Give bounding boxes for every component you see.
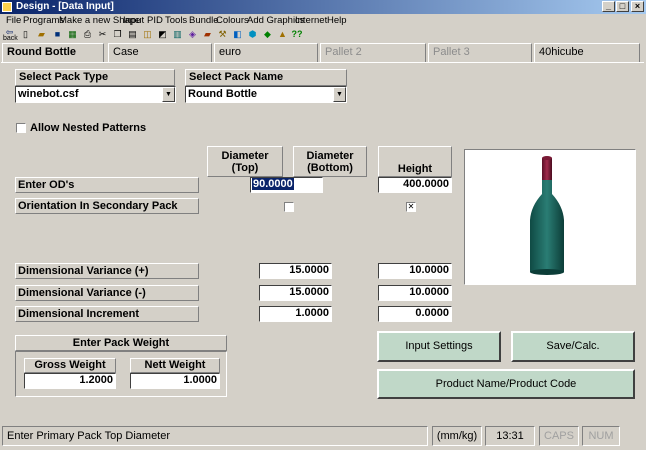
pack-type-label: Select Pack Type bbox=[15, 69, 175, 86]
close-button[interactable]: × bbox=[631, 1, 644, 12]
input-settings-button[interactable]: Input Settings bbox=[377, 331, 501, 362]
shape-icon[interactable]: ◈ bbox=[187, 29, 198, 40]
bottle-icon[interactable]: ▰ bbox=[202, 29, 213, 40]
bottle-graphic bbox=[530, 156, 564, 275]
orientation-top-checkbox[interactable] bbox=[284, 202, 294, 212]
od-top-input[interactable]: 90.0000 bbox=[250, 177, 323, 193]
help-icon[interactable]: ?? bbox=[290, 29, 304, 40]
col-height: Height bbox=[378, 146, 452, 177]
cube-icon[interactable]: ⬢ bbox=[247, 29, 258, 40]
bottle-capsule bbox=[542, 158, 552, 180]
print-icon[interactable]: ⎙ bbox=[82, 29, 93, 40]
tab-40hicube[interactable]: 40hicube bbox=[534, 43, 640, 63]
new-file-icon[interactable]: ▯ bbox=[20, 29, 31, 40]
pack-weight-title: Enter Pack Weight bbox=[15, 335, 227, 351]
bottle-preview bbox=[464, 149, 636, 285]
variance-minus-top-input[interactable]: 15.0000 bbox=[259, 285, 332, 301]
save-icon[interactable]: ■ bbox=[52, 29, 63, 40]
nested-patterns-checkbox[interactable] bbox=[16, 123, 26, 133]
menu-input[interactable]: Input bbox=[123, 15, 144, 26]
calculator-icon[interactable]: ▦ bbox=[67, 29, 78, 40]
od-top-value: 90.0000 bbox=[252, 178, 294, 190]
col-diameter-top: Diameter (Top) bbox=[207, 146, 283, 177]
status-num: NUM bbox=[582, 426, 620, 446]
product-name-button[interactable]: Product Name/Product Code bbox=[377, 369, 635, 399]
nett-weight-label: Nett Weight bbox=[130, 358, 220, 373]
status-caps: CAPS bbox=[539, 426, 579, 446]
menu-internet[interactable]: Internet bbox=[295, 15, 327, 26]
cut-icon[interactable]: ✂ bbox=[97, 29, 108, 40]
status-time: 13:31 bbox=[485, 426, 535, 446]
tab-pallet-3[interactable]: Pallet 3 bbox=[428, 43, 532, 63]
variance-plus-height-input[interactable]: 10.0000 bbox=[378, 263, 452, 279]
orientation-label: Orientation In Secondary Pack bbox=[15, 198, 199, 214]
menu-programs[interactable]: Programs bbox=[23, 15, 64, 26]
status-message: Enter Primary Pack Top Diameter bbox=[2, 426, 428, 446]
pack-name-value: Round Bottle bbox=[188, 88, 258, 100]
variance-plus-label: Dimensional Variance (+) bbox=[15, 263, 199, 279]
box-icon[interactable]: ◧ bbox=[232, 29, 243, 40]
open-folder-icon[interactable]: ▰ bbox=[36, 29, 47, 40]
copy-icon[interactable]: ❐ bbox=[112, 29, 123, 40]
pack-type-select[interactable]: winebot.csf ▼ bbox=[15, 86, 176, 103]
menu-bundle[interactable]: Bundle bbox=[189, 15, 219, 26]
variance-minus-label: Dimensional Variance (-) bbox=[15, 285, 199, 301]
truck-icon[interactable]: ◆ bbox=[262, 29, 273, 40]
title-bar: Design - [Data Input] _ □ × bbox=[0, 0, 646, 14]
pack-type-value: winebot.csf bbox=[18, 88, 79, 100]
maximize-button[interactable]: □ bbox=[616, 1, 629, 12]
container-icon[interactable]: ▲ bbox=[277, 29, 288, 40]
col-diameter-bottom: Diameter (Bottom) bbox=[293, 146, 367, 177]
increment-label: Dimensional Increment bbox=[15, 306, 199, 322]
gross-weight-input[interactable]: 1.2000 bbox=[24, 373, 116, 389]
chevron-down-icon[interactable]: ▼ bbox=[162, 87, 175, 102]
tab-strip: Round Bottle Case euro Pallet 2 Pallet 3… bbox=[0, 43, 646, 64]
minimize-button[interactable]: _ bbox=[602, 1, 615, 12]
chevron-down-icon[interactable]: ▼ bbox=[333, 87, 346, 102]
window-title: Design - [Data Input] bbox=[16, 1, 114, 12]
app-icon bbox=[2, 2, 12, 12]
bottle-body bbox=[530, 180, 564, 272]
tab-euro[interactable]: euro bbox=[214, 43, 318, 63]
save-calc-button[interactable]: Save/Calc. bbox=[511, 331, 635, 362]
pack-name-label: Select Pack Name bbox=[185, 69, 347, 86]
menu-file[interactable]: File bbox=[6, 15, 21, 26]
back-label[interactable]: back bbox=[3, 35, 18, 42]
gross-weight-label: Gross Weight bbox=[24, 358, 116, 373]
menu-colours[interactable]: Colours bbox=[216, 15, 249, 26]
layers-icon[interactable]: ◩ bbox=[157, 29, 168, 40]
od-height-input[interactable]: 400.0000 bbox=[378, 177, 452, 193]
menu-tools[interactable]: Tools bbox=[165, 15, 187, 26]
increment-height-input[interactable]: 0.0000 bbox=[378, 306, 452, 322]
stack-icon[interactable]: ◫ bbox=[142, 29, 153, 40]
menu-pid[interactable]: PID bbox=[147, 15, 163, 26]
menu-help[interactable]: Help bbox=[327, 15, 347, 26]
menu-bar: File Programs Make a new Shape Input PID… bbox=[0, 14, 646, 27]
ods-label: Enter OD's bbox=[15, 177, 199, 193]
nett-weight-input[interactable]: 1.0000 bbox=[130, 373, 220, 389]
status-units: (mm/kg) bbox=[432, 426, 482, 446]
tab-case[interactable]: Case bbox=[108, 43, 212, 63]
toolbar: ⇦ back ▯ ▰ ■ ▦ ⎙ ✂ ❐ ▤ ◫ ◩ ▥ ◈ ▰ ⚒ ◧ ⬢ ◆… bbox=[0, 27, 646, 42]
variance-minus-height-input[interactable]: 10.0000 bbox=[378, 285, 452, 301]
tab-round-bottle[interactable]: Round Bottle bbox=[2, 43, 104, 64]
tools-icon[interactable]: ⚒ bbox=[217, 29, 228, 40]
pack-name-select[interactable]: Round Bottle ▼ bbox=[185, 86, 347, 103]
orientation-height-checkbox[interactable]: ✕ bbox=[406, 202, 416, 212]
pallet-icon[interactable]: ▥ bbox=[172, 29, 183, 40]
increment-top-input[interactable]: 1.0000 bbox=[259, 306, 332, 322]
nested-patterns-label: Allow Nested Patterns bbox=[30, 122, 147, 134]
paste-icon[interactable]: ▤ bbox=[127, 29, 138, 40]
tab-pallet-2[interactable]: Pallet 2 bbox=[320, 43, 426, 63]
status-bar: Enter Primary Pack Top Diameter (mm/kg) … bbox=[0, 424, 646, 450]
variance-plus-top-input[interactable]: 15.0000 bbox=[259, 263, 332, 279]
